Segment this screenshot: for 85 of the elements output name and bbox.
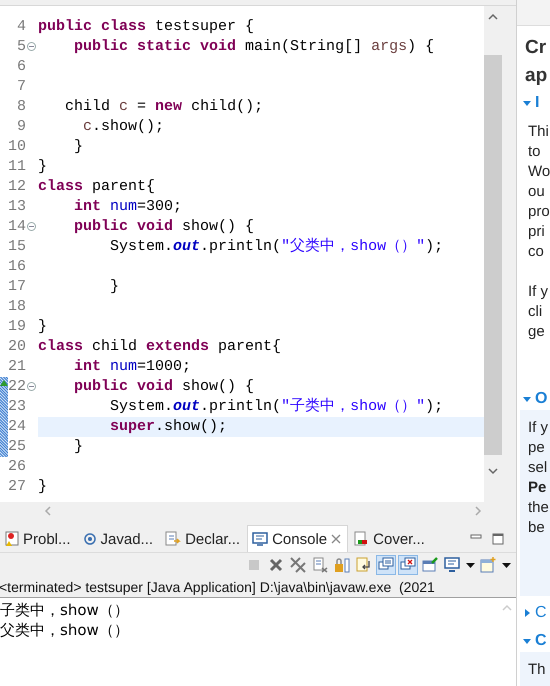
help-text: cli [528, 302, 544, 322]
line-number: 15 [6, 237, 26, 257]
fold-icon[interactable] [27, 42, 36, 51]
line-number: 9 [16, 117, 26, 137]
new-window-icon [480, 557, 496, 573]
fold-icon[interactable] [27, 222, 36, 231]
scroll-up-icon[interactable] [488, 13, 498, 21]
section-heading[interactable]: C [517, 602, 550, 624]
help-text: ou [528, 182, 546, 202]
line-number: 16 [6, 257, 26, 277]
help-text: to [528, 142, 542, 162]
remove-icon [269, 558, 283, 572]
scroll-down-icon[interactable] [488, 467, 498, 475]
help-text: co [528, 242, 545, 262]
help-text: the [528, 498, 550, 518]
close-icon[interactable] [331, 534, 342, 544]
line-number: 12 [6, 177, 26, 197]
view-tab[interactable]: Declar... [160, 525, 248, 552]
help-text: pro [528, 202, 550, 222]
lock-icon [334, 557, 350, 573]
line-number: 23 [6, 397, 26, 417]
scrollbar-thumb[interactable] [484, 55, 502, 455]
view-tab[interactable]: Javad... [78, 525, 160, 552]
line-number: 25 [6, 437, 26, 457]
view-tab[interactable]: Console [247, 525, 348, 552]
help-text: Thi [528, 122, 550, 142]
declaration-icon [165, 531, 182, 547]
help-text: ge [528, 322, 546, 342]
toolbar-button[interactable] [376, 555, 396, 575]
toolbar-button[interactable] [288, 555, 308, 575]
console-output-line: 父类中，show（） [0, 620, 130, 640]
section-heading[interactable]: I [517, 92, 550, 114]
help-text: Th [528, 660, 547, 680]
toolbar-button[interactable] [398, 555, 418, 575]
line-number: 17 [6, 277, 26, 297]
console-output-line: 子类中，show（） [0, 600, 130, 620]
pin-icon [422, 557, 438, 573]
help-title: Cr [524, 36, 548, 60]
line-number: 14 [6, 217, 26, 237]
word-wrap-icon [356, 557, 372, 573]
line-number: 21 [6, 357, 26, 377]
line-number: 13 [6, 197, 26, 217]
console-icon [252, 532, 268, 546]
console-header: <terminated> testsuper [Java Application] D:\java\bin\javaw.exe (2021 [0, 577, 516, 598]
help-text: sel [528, 458, 548, 478]
help-text: If y [528, 282, 550, 302]
clear-console-icon [312, 557, 328, 573]
fold-icon[interactable] [27, 382, 36, 391]
help-text: Wo [528, 162, 550, 182]
maximize-icon[interactable] [492, 533, 504, 545]
toolbar-button[interactable] [478, 555, 498, 575]
line-number: 11 [6, 157, 26, 177]
line-number: 27 [6, 477, 26, 497]
help-text: pe [528, 438, 546, 458]
expanded-caret-icon [523, 637, 531, 645]
line-number: 8 [16, 97, 26, 117]
line-number: 24 [6, 417, 26, 437]
toolbar-button[interactable] [442, 555, 462, 575]
line-number: 22 [6, 377, 26, 397]
line-number: 4 [16, 17, 26, 37]
line-number: 19 [6, 317, 26, 337]
line-number: 20 [6, 337, 26, 357]
section-heading[interactable]: C [517, 630, 550, 652]
help-text: Pe [528, 478, 548, 498]
line-number: 10 [6, 137, 26, 157]
view-tab[interactable]: Probl... [0, 525, 78, 552]
view-tab[interactable]: Cover... [348, 525, 432, 552]
line-number: 18 [6, 297, 26, 317]
help-text: pri [528, 222, 546, 242]
line-number: 5 [16, 37, 26, 57]
expanded-caret-icon [523, 99, 531, 107]
line-number: 26 [6, 457, 26, 477]
coverage-icon [353, 531, 370, 547]
help-text: If y [528, 418, 550, 438]
collapsed-caret-icon [523, 609, 531, 617]
help-text: be [528, 518, 546, 538]
help-title: ap [524, 64, 548, 88]
monitor-icon [444, 557, 460, 573]
line-number: 7 [16, 77, 26, 97]
expanded-caret-icon [523, 395, 531, 403]
stop-icon [248, 559, 260, 571]
line-number: 6 [16, 57, 26, 77]
section-heading[interactable]: O [517, 388, 550, 410]
remove-all-icon [290, 557, 306, 573]
problems-icon [5, 531, 19, 547]
